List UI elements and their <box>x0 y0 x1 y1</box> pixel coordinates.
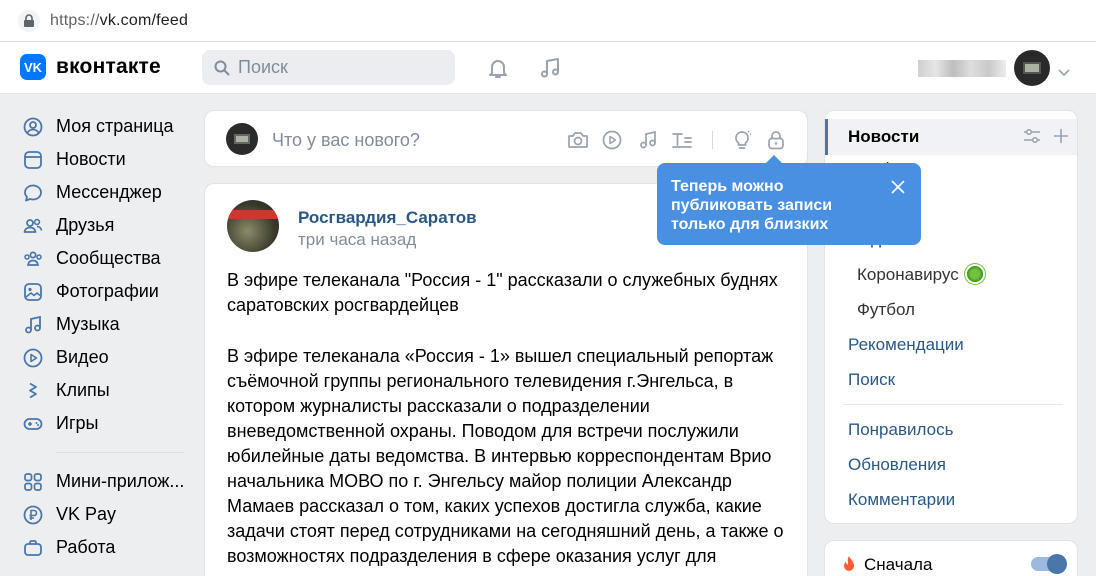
gamepad-icon <box>22 413 44 435</box>
menu-item-clips[interactable]: Клипы <box>22 374 187 407</box>
menu-label: Моя страница <box>56 116 174 136</box>
avatar[interactable] <box>1014 50 1050 86</box>
menu-label: Мессенджер <box>56 182 162 202</box>
ruble-icon <box>22 504 44 526</box>
privacy-tooltip: Теперь можно публиковать записи только д… <box>657 155 921 245</box>
menu-item-mini-apps[interactable]: Мини-прилож... <box>22 465 187 498</box>
vk-header: VK вконтакте Поиск <box>0 42 1096 94</box>
menu-label: Фотографии <box>56 281 159 301</box>
music-icon[interactable] <box>637 129 659 151</box>
user-circle-icon <box>22 116 44 138</box>
filter-item-liked[interactable]: Понравилось <box>848 420 953 440</box>
menu-item-vk-pay[interactable]: VK Pay <box>22 498 187 531</box>
post-title-text: В эфире телеканала "Россия - 1" рассказа… <box>227 270 778 315</box>
plus-icon[interactable] <box>1052 127 1070 150</box>
news-icon <box>22 149 44 171</box>
bell-icon[interactable] <box>485 55 511 81</box>
menu-label: Новости <box>56 149 126 169</box>
left-menu: Моя страница Новости Мессенджер Друзья С… <box>22 110 187 576</box>
vk-logo-text: вконтакте <box>56 55 161 78</box>
video-play-icon[interactable] <box>601 129 623 151</box>
close-icon[interactable] <box>889 178 907 196</box>
menu-label: Мини-прилож... <box>56 471 185 491</box>
menu-item-video[interactable]: Видео <box>22 341 187 374</box>
url-text[interactable]: https://vk.com/feed <box>50 12 188 30</box>
search-icon <box>214 60 230 75</box>
sort-toggle-box: Сначала <box>824 540 1078 576</box>
interesting-first-toggle[interactable] <box>1031 554 1067 574</box>
message-icon <box>22 182 44 204</box>
menu-label: Друзья <box>56 215 115 235</box>
tooltip-text: Теперь можно публиковать записи только д… <box>671 178 833 233</box>
search-input[interactable]: Поиск <box>202 50 455 85</box>
menu-item-my-page[interactable]: Моя страница <box>22 110 187 143</box>
clips-icon <box>22 380 44 402</box>
menu-label: Работа <box>56 537 116 557</box>
menu-item-communities[interactable]: Сообщества <box>22 242 187 275</box>
lock-icon[interactable] <box>18 9 40 32</box>
article-icon[interactable] <box>671 129 693 151</box>
menu-label: VK Pay <box>56 504 117 524</box>
menu-divider <box>56 452 184 453</box>
post-author-name[interactable]: Росгвардия_Саратов <box>298 208 477 228</box>
camera-icon[interactable] <box>567 129 589 151</box>
communities-icon <box>22 248 44 270</box>
menu-label: Сообщества <box>56 248 161 268</box>
filter-item-comments[interactable]: Комментарии <box>848 490 955 510</box>
tooltip-arrow <box>765 155 783 164</box>
filter-item-football[interactable]: Футбол <box>857 300 915 320</box>
photo-icon <box>22 281 44 303</box>
menu-label: Игры <box>56 413 99 433</box>
briefcase-icon <box>22 537 44 559</box>
menu-item-music[interactable]: Музыка <box>22 308 187 341</box>
menu-item-work[interactable]: Работа <box>22 531 187 564</box>
menu-item-friends[interactable]: Друзья <box>22 209 187 242</box>
menu-item-photos[interactable]: Фотографии <box>22 275 187 308</box>
url-scheme: https:// <box>50 11 100 29</box>
toggle-knob <box>1047 554 1067 574</box>
lock-privacy-icon[interactable] <box>765 129 787 151</box>
filter-item-recommendations[interactable]: Рекомендации <box>848 335 964 355</box>
fire-icon <box>841 555 857 576</box>
filter-item-search[interactable]: Поиск <box>848 370 895 390</box>
filter-divider <box>843 404 1063 405</box>
composer-placeholder[interactable]: Что у вас нового? <box>272 130 420 151</box>
menu-item-messenger[interactable]: Мессенджер <box>22 176 187 209</box>
music-icon[interactable] <box>537 55 563 81</box>
vk-logo[interactable]: VK вконтакте <box>20 54 161 80</box>
menu-label: Клипы <box>56 380 110 400</box>
chevron-down-icon[interactable] <box>1058 64 1070 82</box>
post-timestamp[interactable]: три часа назад <box>298 230 416 250</box>
browser-address-bar[interactable]: https://vk.com/feed <box>0 0 1096 42</box>
virus-icon <box>966 266 983 282</box>
music-icon <box>22 314 44 336</box>
settings-sliders-icon[interactable] <box>1022 127 1042 150</box>
search-placeholder: Поиск <box>238 57 288 77</box>
post-body-text: В эфире телеканала «Россия - 1» вышел сп… <box>227 346 784 566</box>
composer-avatar[interactable] <box>226 123 258 155</box>
vk-logo-mark: VK <box>20 54 46 80</box>
post-composer[interactable]: Что у вас нового? <box>204 110 808 167</box>
filter-item-updates[interactable]: Обновления <box>848 455 946 475</box>
video-icon <box>22 347 44 369</box>
username-blurred[interactable] <box>918 60 1006 77</box>
lightbulb-icon[interactable] <box>731 129 753 151</box>
filter-item-label: Коронавирус <box>857 265 959 284</box>
apps-icon <box>22 471 44 493</box>
filter-item-coronavirus[interactable]: Коронавирус <box>857 265 983 285</box>
menu-label: Видео <box>56 347 109 367</box>
sort-label: Сначала <box>864 555 933 574</box>
url-host-path: vk.com/feed <box>99 11 189 29</box>
filter-item-news[interactable]: Новости <box>825 119 1077 155</box>
menu-label: Музыка <box>56 314 120 334</box>
composer-divider <box>712 131 713 149</box>
filter-item-label: Новости <box>848 127 920 146</box>
post-author-avatar[interactable] <box>227 200 279 252</box>
menu-item-news[interactable]: Новости <box>22 143 187 176</box>
friends-icon <box>22 215 44 237</box>
menu-item-games[interactable]: Игры <box>22 407 187 440</box>
